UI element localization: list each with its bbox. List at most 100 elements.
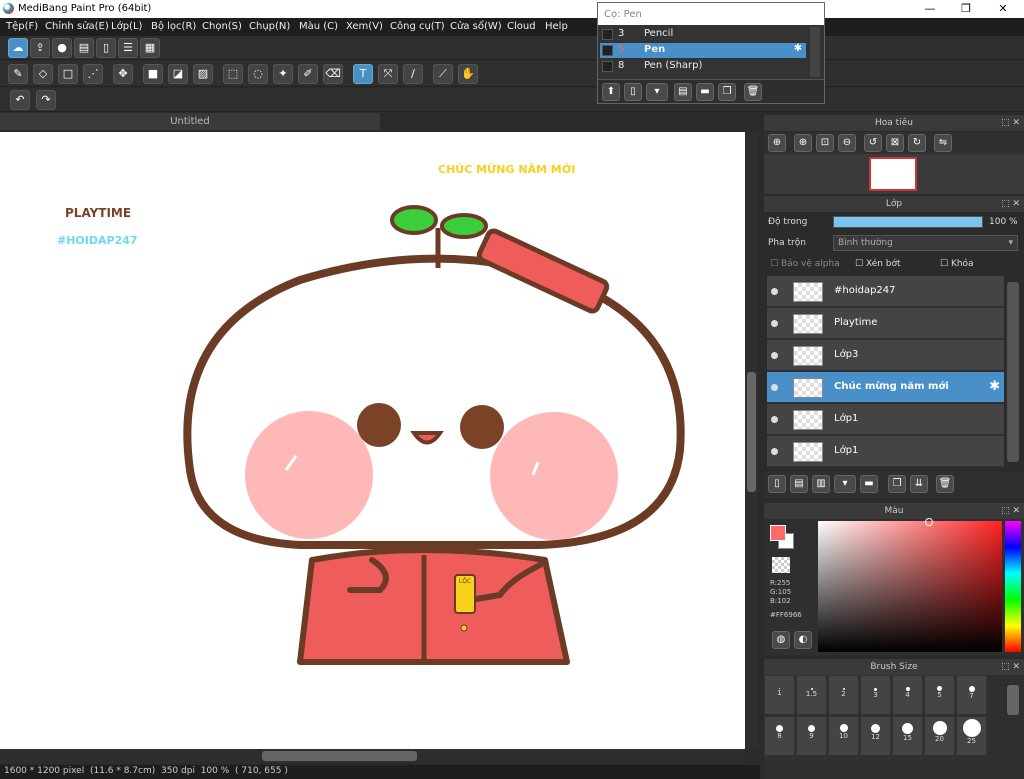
eye-icon[interactable] [771,288,778,295]
layer-row[interactable]: #hoidap247 [767,276,1004,307]
divide-icon[interactable]: ∕ [403,64,423,84]
brush-size-cell[interactable]: 20 [924,716,955,756]
gradient-icon[interactable]: ▨ [193,64,213,84]
new-8bit-layer-icon[interactable]: ▥ [812,475,830,493]
menu-file[interactable]: Tệp(F) [6,21,38,32]
gear-icon[interactable]: ✱ [989,379,1000,394]
brush-popup-scrollbar[interactable] [810,27,820,77]
color-panel-close-icon[interactable]: ⬚ ✕ [1001,503,1020,519]
brush-size-scrollbar[interactable] [1007,685,1019,715]
select-pen-icon[interactable]: ✐ [298,64,318,84]
gear-icon[interactable]: ✱ [794,43,802,54]
maximize-button[interactable]: ❐ [948,0,984,18]
hue-slider[interactable] [1005,521,1021,652]
document-tab[interactable]: Untitled [0,113,380,130]
minimize-button[interactable]: — [912,0,948,18]
color-picker-icon[interactable]: ◐ [794,631,812,649]
brush-size-cell[interactable]: 1 [764,675,795,715]
panel-close-icon[interactable]: ⬚ ✕ [1001,115,1020,131]
layer-row[interactable]: Lớp3 [767,340,1004,371]
bucket-icon[interactable]: ◪ [168,64,188,84]
comment-icon[interactable]: ● [52,38,72,58]
layer-row[interactable]: Lớp1 [767,404,1004,435]
lasso-icon[interactable]: ◌ [248,64,268,84]
brush-size-cell[interactable]: 2 [828,675,859,715]
brush-size-cell[interactable]: 5 [924,675,955,715]
brush-size-cell[interactable]: 10 [828,716,859,756]
operation-icon[interactable]: ⤧ [378,64,398,84]
vertical-scroll-thumb[interactable] [747,372,756,492]
redo-icon[interactable]: ↷ [36,90,56,110]
new-halftone-layer-icon[interactable]: ▤ [790,475,808,493]
brush-size-cell[interactable]: 7 [956,675,987,715]
delete-layer-icon[interactable]: 🗑 [936,475,954,493]
select-rect-icon[interactable]: ⬚ [223,64,243,84]
flip-icon[interactable]: ⇋ [934,134,952,152]
rotate-left-icon[interactable]: ↺ [864,134,882,152]
magic-wand-icon[interactable]: ✦ [273,64,293,84]
cloud-icon[interactable]: ☁ [8,38,28,58]
brush-size-cell[interactable]: 8 [764,716,795,756]
layer-row-selected[interactable]: Chúc mừng năm mới ✱ [767,372,1004,403]
zoom-in-icon[interactable]: ⊕ [768,134,786,152]
menu-window[interactable]: Cửa sổ(W) [450,21,502,32]
layer-panel-close-icon[interactable]: ⬚ ✕ [1001,196,1020,212]
brush-folder-icon[interactable]: ▬ [696,83,714,101]
text-icon[interactable]: T [353,64,373,84]
fill-rect-icon[interactable]: ■ [143,64,163,84]
blend-select[interactable]: Bình thường ▾ [833,235,1018,251]
rotate-right-icon[interactable]: ↻ [908,134,926,152]
brush-icon[interactable]: ✎ [8,64,28,84]
move-icon[interactable]: ✥ [113,64,133,84]
menu-tools[interactable]: Công cụ(T) [390,21,445,32]
brush-size-cell[interactable]: 4 [892,675,923,715]
add-brush-icon[interactable]: ▾ [646,83,668,101]
palette-icon[interactable]: ◍ [772,631,790,649]
eye-icon[interactable] [771,448,778,455]
dot-icon[interactable]: ⋰ [83,64,103,84]
layer-scrollbar[interactable] [1007,282,1019,462]
lock-checkbox[interactable]: ☐ Khóa [940,259,974,269]
brush-size-cell[interactable]: 25 [956,716,987,756]
transparent-color-swatch[interactable] [772,557,790,573]
eye-icon[interactable] [771,320,778,327]
brush-item-pencil[interactable]: 3 Pencil [600,27,806,42]
opacity-slider[interactable] [833,216,983,228]
menu-help[interactable]: Help [545,21,568,32]
brush-size-cell[interactable]: 12 [860,716,891,756]
clipping-checkbox[interactable]: ☐ Xén bớt [855,259,901,269]
new-brush-icon[interactable]: ▯ [624,83,642,101]
merge-layer-icon[interactable]: ⇊ [910,475,928,493]
folder-icon[interactable]: ▬ [860,475,878,493]
foreground-color-swatch[interactable] [770,525,786,541]
upload-icon[interactable]: ⇪ [30,38,50,58]
menu-layer[interactable]: Lớp(L) [111,21,142,32]
duplicate-layer-icon[interactable]: ❐ [888,475,906,493]
duplicate-brush-icon[interactable]: ❐ [718,83,736,101]
select-eraser-icon[interactable]: ⌫ [323,64,343,84]
zoom-in-2-icon[interactable]: ⊕ [794,134,812,152]
protect-alpha-checkbox[interactable]: ☐ Bảo vệ alpha [770,259,840,269]
hand-icon[interactable]: ✋ [458,64,478,84]
fit-icon[interactable]: ⊡ [816,134,834,152]
add-layer-menu-icon[interactable]: ▾ [834,475,856,493]
zoom-out-icon[interactable]: ⊖ [838,134,856,152]
eraser-icon[interactable]: ◇ [33,64,53,84]
chat-icon[interactable]: ▤ [74,38,94,58]
brush-settings-icon[interactable]: ▤ [674,83,692,101]
canvas-horizontal-scrollbar[interactable] [0,749,745,763]
eyedropper-icon[interactable]: ⟋ [433,64,453,84]
menu-cloud[interactable]: Cloud [507,21,536,32]
canvas-vertical-scrollbar[interactable] [745,132,758,749]
menu-view[interactable]: Xem(V) [346,21,383,32]
menu-select[interactable]: Chọn(S) [202,21,242,32]
navigator-preview[interactable] [764,154,1024,194]
eye-icon[interactable] [771,416,778,423]
brush-size-cell[interactable]: 3 [860,675,891,715]
new-layer-icon[interactable]: ▯ [768,475,786,493]
menu-edit[interactable]: Chỉnh sửa(E) [45,21,109,32]
horizontal-scroll-thumb[interactable] [262,751,417,761]
list-icon[interactable]: ☰ [118,38,138,58]
brush-size-cell[interactable]: 15 [892,716,923,756]
brush-item-pen-sharp[interactable]: 8 Pen (Sharp) [600,59,806,74]
